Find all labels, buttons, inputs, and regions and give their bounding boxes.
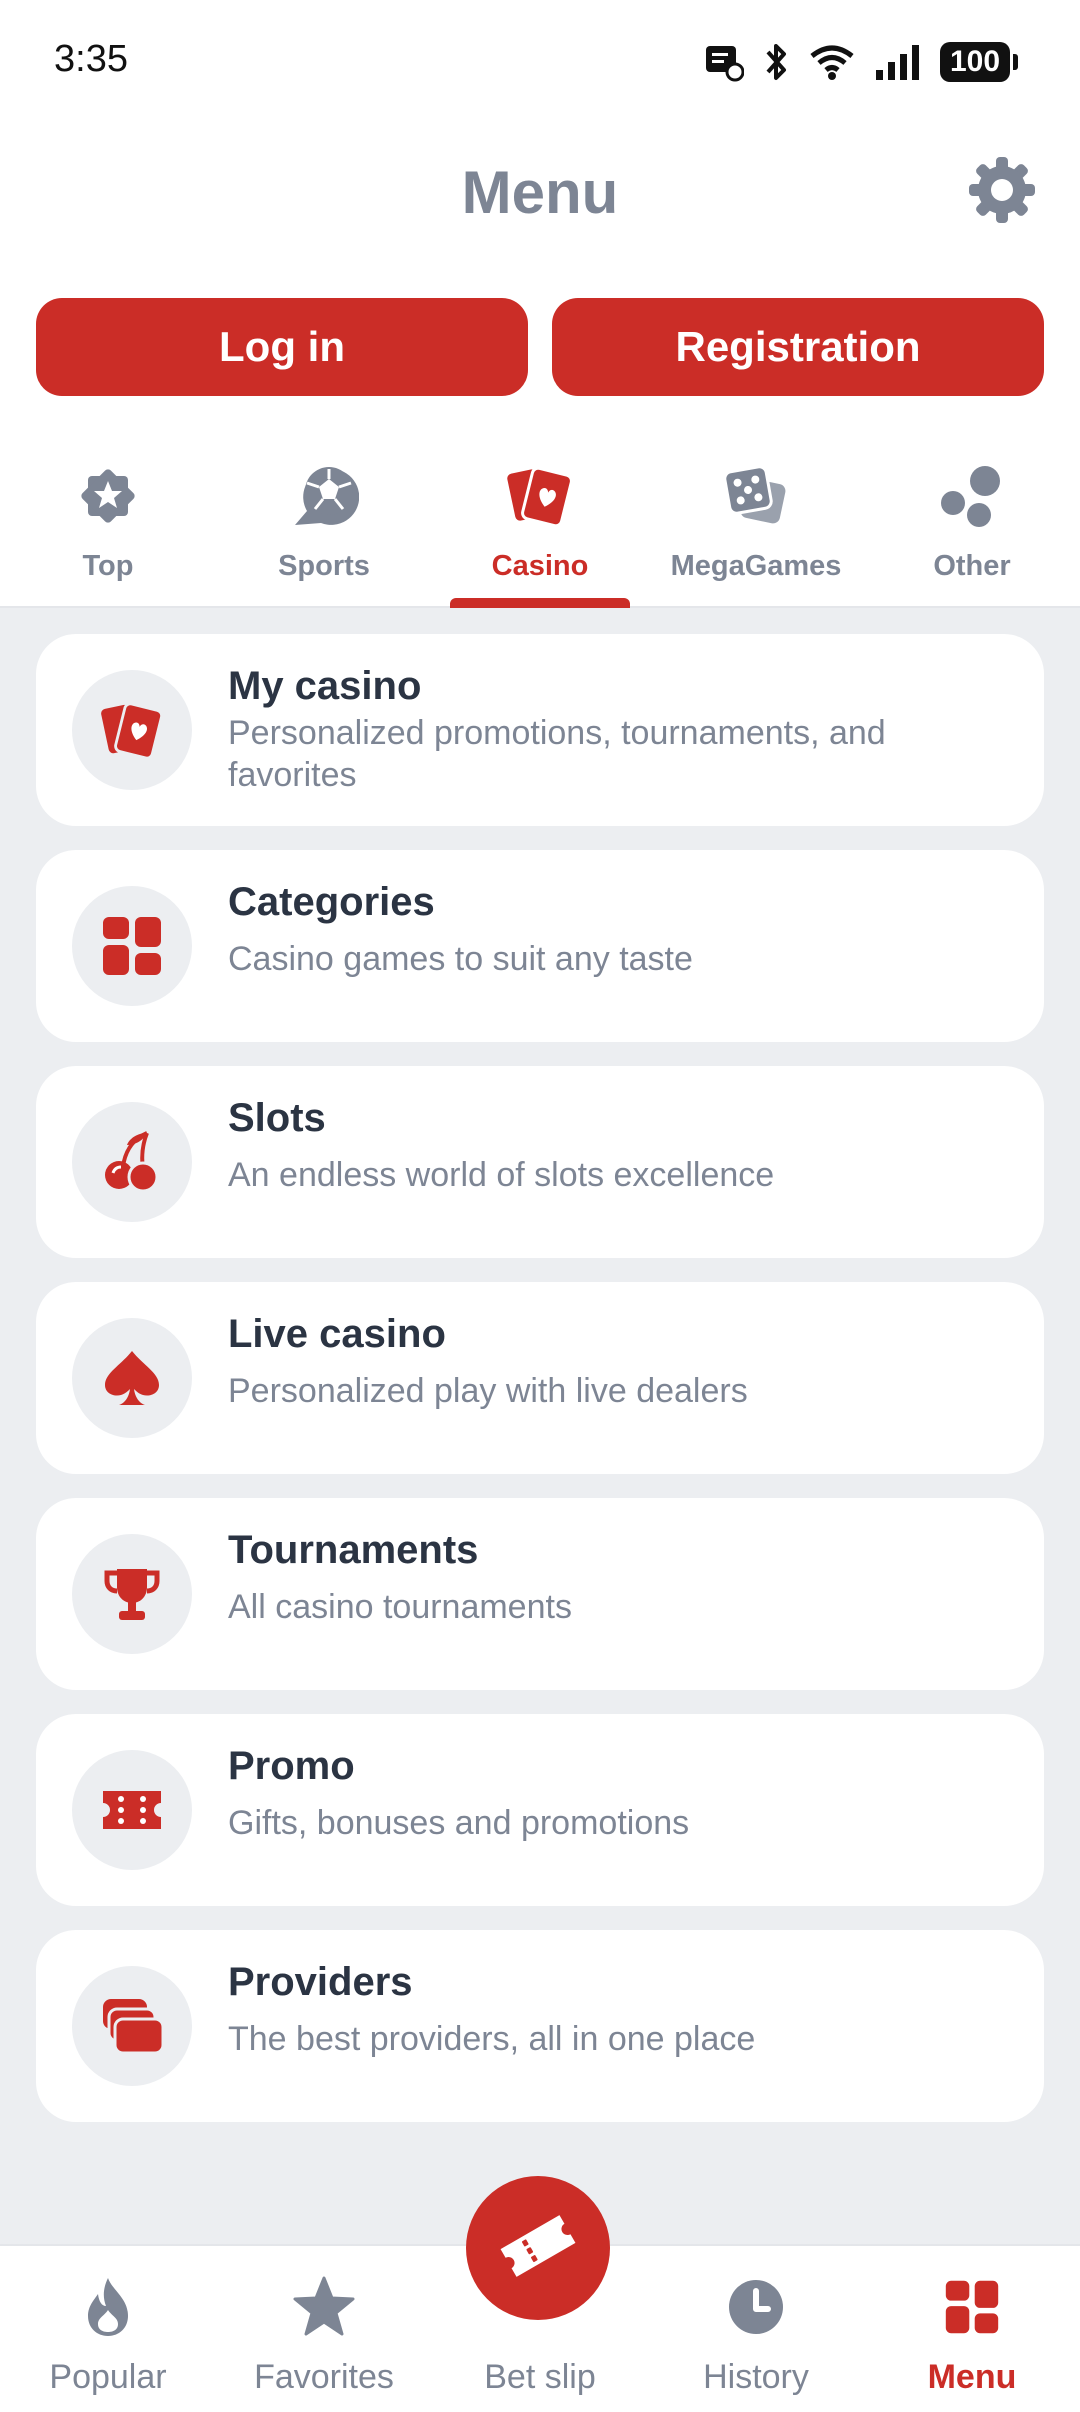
nav-favorites[interactable]: Favorites	[216, 2246, 432, 2412]
menu-list: My casino Personalized promotions, tourn…	[0, 608, 1080, 2244]
gear-icon	[967, 155, 1037, 230]
nav-menu[interactable]: Menu	[864, 2246, 1080, 2412]
dice-icon	[720, 460, 792, 532]
stack-icon	[72, 1966, 192, 2086]
list-item-promo[interactable]: Promo Gifts, bonuses and promotions	[36, 1714, 1044, 1906]
ball-icon	[288, 460, 360, 532]
settings-button[interactable]	[960, 150, 1044, 234]
grid-icon	[937, 2272, 1007, 2342]
list-item-tournaments[interactable]: Tournaments All casino tournaments	[36, 1498, 1044, 1690]
list-item-slots[interactable]: Slots An endless world of slots excellen…	[36, 1066, 1044, 1258]
registration-button[interactable]: Registration	[552, 298, 1044, 396]
nav-popular[interactable]: Popular	[0, 2246, 216, 2412]
tab-label: Casino	[491, 550, 589, 582]
item-subtitle: An endless world of slots excellence	[228, 1156, 775, 1194]
tab-sports[interactable]: Sports	[216, 440, 432, 606]
message-notification-icon	[704, 42, 744, 82]
battery-indicator: 100	[940, 42, 1018, 82]
list-item-my-casino[interactable]: My casino Personalized promotions, tourn…	[36, 634, 1044, 826]
fire-icon	[73, 2272, 143, 2342]
item-title: Categories	[228, 880, 435, 924]
item-title: Live casino	[228, 1312, 446, 1356]
nav-label: Popular	[49, 2358, 167, 2396]
bluetooth-icon	[762, 42, 790, 82]
login-button[interactable]: Log in	[36, 298, 528, 396]
ticket-icon	[496, 2204, 580, 2293]
tab-other[interactable]: Other	[864, 440, 1080, 606]
dots-icon	[936, 460, 1008, 532]
category-tabs: Top Sports Casino MegaGames Other	[0, 440, 1080, 608]
list-item-categories[interactable]: Categories Casino games to suit any tast…	[36, 850, 1044, 1042]
ticket-icon	[72, 1750, 192, 1870]
nav-label: Menu	[927, 2358, 1017, 2396]
item-subtitle: Casino games to suit any taste	[228, 940, 693, 978]
nav-label: History	[703, 2358, 809, 2396]
list-item-live-casino[interactable]: Live casino Personalized play with live …	[36, 1282, 1044, 1474]
page-title: Menu	[461, 159, 619, 226]
cards-icon	[72, 670, 192, 790]
tab-label: Top	[82, 550, 134, 582]
spade-icon	[72, 1318, 192, 1438]
status-bar: 3:35 100	[0, 0, 1080, 124]
tab-label: Other	[933, 550, 1011, 582]
grid-icon	[72, 886, 192, 1006]
active-tab-indicator	[450, 598, 630, 608]
list-item-providers[interactable]: Providers The best providers, all in one…	[36, 1930, 1044, 2122]
item-subtitle: The best providers, all in one place	[228, 2020, 756, 2058]
nav-label: Favorites	[254, 2358, 394, 2396]
item-subtitle: All casino tournaments	[228, 1588, 572, 1626]
star-badge-icon	[72, 460, 144, 532]
wifi-icon	[808, 42, 856, 82]
item-title: Promo	[228, 1744, 355, 1788]
item-title: Slots	[228, 1096, 326, 1140]
nav-history[interactable]: History	[648, 2246, 864, 2412]
header: Menu	[0, 124, 1080, 264]
status-time: 3:35	[54, 38, 128, 80]
clock-icon	[721, 2272, 791, 2342]
status-icons: 100	[704, 38, 1018, 86]
auth-buttons: Log in Registration	[36, 298, 1044, 396]
item-subtitle: Gifts, bonuses and promotions	[228, 1804, 690, 1842]
item-title: My casino	[228, 664, 422, 708]
tab-label: Sports	[278, 550, 370, 582]
nav-label: Bet slip	[484, 2358, 596, 2396]
item-subtitle: Personalized play with live dealers	[228, 1372, 748, 1410]
bet-slip-button[interactable]	[466, 2176, 610, 2320]
cards-icon	[504, 460, 576, 532]
star-icon	[289, 2272, 359, 2342]
tab-megagames[interactable]: MegaGames	[648, 440, 864, 606]
tab-top[interactable]: Top	[0, 440, 216, 606]
signal-icon	[874, 42, 922, 82]
trophy-icon	[72, 1534, 192, 1654]
tab-label: MegaGames	[670, 550, 842, 582]
item-subtitle: Personalized promotions, tournaments, an…	[228, 714, 886, 794]
tab-casino[interactable]: Casino	[432, 440, 648, 608]
cherry-icon	[72, 1102, 192, 1222]
item-title: Providers	[228, 1960, 413, 2004]
item-title: Tournaments	[228, 1528, 479, 1572]
